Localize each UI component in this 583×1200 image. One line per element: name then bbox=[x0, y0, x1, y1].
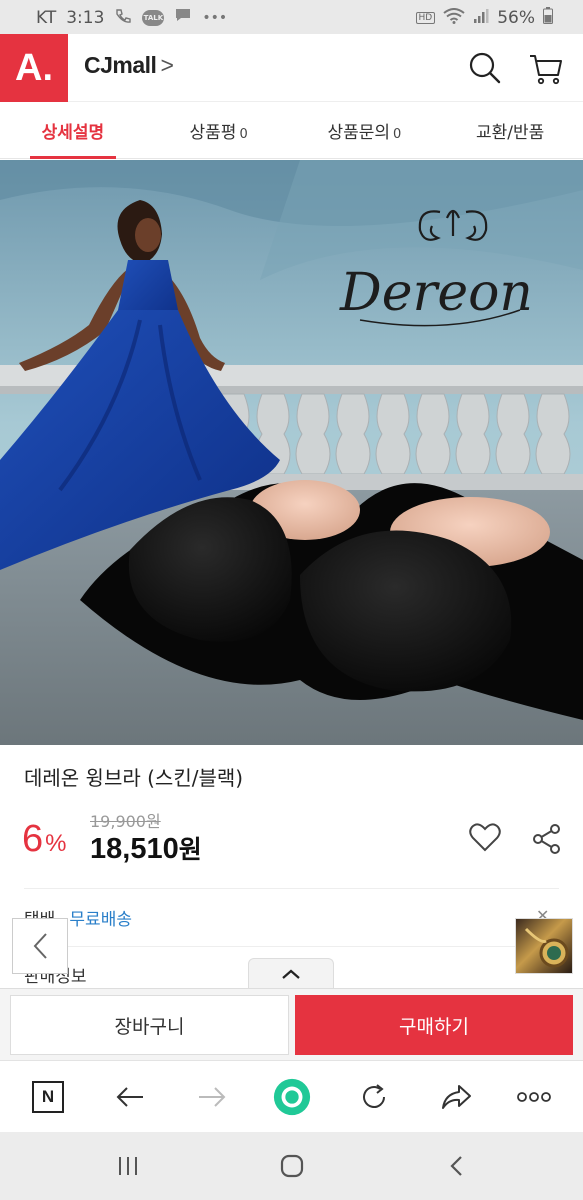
status-bar: KT 3:13 TALK ••• HD 56% bbox=[0, 0, 583, 34]
floating-back-button[interactable] bbox=[12, 918, 68, 974]
questions-count: 0 bbox=[393, 127, 402, 142]
shipping-value: 무료배송 bbox=[69, 910, 132, 930]
purchase-action-bar: 장바구니 구매하기 bbox=[0, 988, 583, 1060]
recent-item-thumbnail[interactable] bbox=[515, 918, 573, 974]
mall-name: CJmall bbox=[84, 52, 157, 78]
buy-now-button[interactable]: 구매하기 bbox=[295, 995, 573, 1055]
chevron-right-icon: > bbox=[160, 52, 174, 78]
reviews-count: 0 bbox=[239, 127, 248, 142]
wifi-icon bbox=[443, 7, 465, 29]
more-icon[interactable] bbox=[514, 1077, 554, 1117]
green-dot-icon[interactable] bbox=[272, 1077, 312, 1117]
chevron-up-icon bbox=[282, 969, 300, 979]
discount-rate: 6% bbox=[22, 818, 67, 860]
expand-panel-tab[interactable] bbox=[248, 958, 334, 988]
add-to-cart-button[interactable]: 장바구니 bbox=[10, 995, 289, 1055]
tab-exchange-return[interactable]: 교환/반품 bbox=[437, 103, 583, 158]
search-icon[interactable] bbox=[465, 48, 505, 88]
share-arrow-icon[interactable] bbox=[436, 1077, 476, 1117]
brand-logo-text: Dereon bbox=[339, 263, 533, 323]
hd-icon: HD bbox=[415, 12, 436, 24]
forward-arrow-icon[interactable] bbox=[192, 1077, 232, 1117]
heart-icon[interactable] bbox=[468, 822, 502, 854]
home-icon[interactable] bbox=[276, 1152, 308, 1180]
system-navigation-bar bbox=[0, 1132, 583, 1200]
sale-price: 18,510원 bbox=[90, 833, 202, 865]
carrier-label: KT bbox=[36, 7, 57, 28]
mall-link[interactable]: CJmall > bbox=[84, 52, 174, 79]
battery-icon bbox=[543, 7, 553, 29]
tab-reviews[interactable]: 상품평 0 bbox=[146, 103, 292, 158]
app-logo[interactable]: A. bbox=[0, 34, 68, 102]
chevron-left-icon bbox=[33, 933, 47, 959]
product-tabs: 상세설명 상품평 0 상품문의 0 교환/반품 bbox=[0, 103, 583, 159]
app-header: A. CJmall > bbox=[0, 34, 583, 102]
more-notifications-icon: ••• bbox=[202, 9, 228, 26]
product-image: Dereon bbox=[0, 160, 583, 745]
tab-questions[interactable]: 상품문의 0 bbox=[292, 103, 438, 158]
talk-icon: TALK bbox=[142, 9, 165, 26]
original-price: 19,900원 bbox=[90, 812, 161, 831]
time-label: 3:13 bbox=[66, 7, 105, 28]
call-icon bbox=[114, 8, 132, 28]
product-title: 데레온 윙브라 (스킨/블랙) bbox=[24, 766, 244, 790]
signal-icon bbox=[473, 8, 489, 29]
battery-percent: 56% bbox=[497, 8, 535, 28]
browser-toolbar: N bbox=[0, 1060, 583, 1132]
cart-icon[interactable] bbox=[526, 48, 566, 88]
system-back-icon[interactable] bbox=[440, 1152, 472, 1180]
divider bbox=[24, 888, 559, 889]
message-icon bbox=[174, 7, 192, 28]
divider bbox=[24, 946, 559, 947]
tab-detail[interactable]: 상세설명 bbox=[0, 103, 146, 159]
share-icon[interactable] bbox=[530, 822, 564, 856]
n-home-icon[interactable]: N bbox=[28, 1077, 68, 1117]
recent-apps-icon[interactable] bbox=[112, 1152, 144, 1180]
refresh-icon[interactable] bbox=[354, 1077, 394, 1117]
back-arrow-icon[interactable] bbox=[110, 1077, 150, 1117]
